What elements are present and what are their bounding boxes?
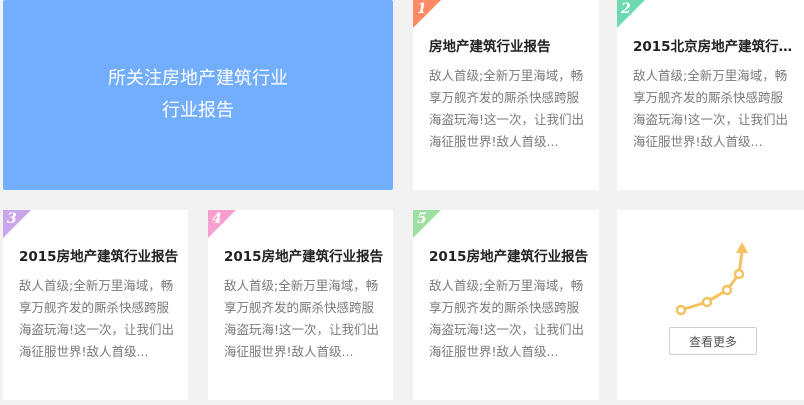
report-card[interactable]: 3 2015房地产建筑行业报告 敌人首级;全新万里海域，畅享万舰齐发的厮杀快感跨… bbox=[3, 210, 188, 400]
card-title: 2015北京房地产建筑行业报告 bbox=[633, 39, 796, 55]
card-title: 2015房地产建筑行业报告 bbox=[19, 249, 179, 265]
card-title: 2015房地产建筑行业报告 bbox=[224, 249, 384, 265]
report-card[interactable]: 2 2015北京房地产建筑行业报告 敌人首级;全新万里海域，畅享万舰齐发的厮杀快… bbox=[617, 0, 804, 190]
card-description: 敌人首级;全新万里海域，畅享万舰齐发的厮杀快感跨服海盗玩海!这一次，让我们出海征… bbox=[224, 278, 380, 359]
card-number: 1 bbox=[417, 1, 427, 17]
report-card[interactable]: 5 2015房地产建筑行业报告 敌人首级;全新万里海域，畅享万舰齐发的厮杀快感跨… bbox=[413, 210, 599, 400]
card-title: 2015房地产建筑行业报告 bbox=[429, 249, 589, 265]
card-description: 敌人首级;全新万里海域，畅享万舰齐发的厮杀快感跨服海盗玩海!这一次，让我们出海征… bbox=[429, 68, 585, 149]
featured-banner-line-1: 所关注房地产建筑行业 bbox=[108, 68, 288, 89]
view-more-button[interactable]: 查看更多 bbox=[669, 327, 757, 355]
card-description: 敌人首级;全新万里海域，畅享万舰齐发的厮杀快感跨服海盗玩海!这一次，让我们出海征… bbox=[633, 68, 789, 149]
report-card[interactable]: 4 2015房地产建筑行业报告 敌人首级;全新万里海域，畅享万舰齐发的厮杀快感跨… bbox=[208, 210, 393, 400]
card-number: 3 bbox=[7, 211, 17, 227]
featured-banner[interactable]: 所关注房地产建筑行业 行业报告 bbox=[3, 0, 393, 190]
report-card[interactable]: 1 房地产建筑行业报告 敌人首级;全新万里海域，畅享万舰齐发的厮杀快感跨服海盗玩… bbox=[413, 0, 599, 190]
card-description: 敌人首级;全新万里海域，畅享万舰齐发的厮杀快感跨服海盗玩海!这一次，让我们出海征… bbox=[429, 278, 585, 359]
card-number: 2 bbox=[621, 1, 631, 17]
featured-banner-line-2: 行业报告 bbox=[162, 100, 234, 121]
more-card: 查看更多 bbox=[617, 210, 804, 400]
card-number: 4 bbox=[212, 211, 222, 227]
card-description: 敌人首级;全新万里海域，畅享万舰齐发的厮杀快感跨服海盗玩海!这一次，让我们出海征… bbox=[19, 278, 175, 359]
trend-up-icon bbox=[675, 242, 748, 316]
featured-banner-text: 所关注房地产建筑行业 行业报告 bbox=[108, 63, 288, 127]
card-title: 房地产建筑行业报告 bbox=[429, 39, 551, 55]
card-number: 5 bbox=[417, 211, 427, 227]
